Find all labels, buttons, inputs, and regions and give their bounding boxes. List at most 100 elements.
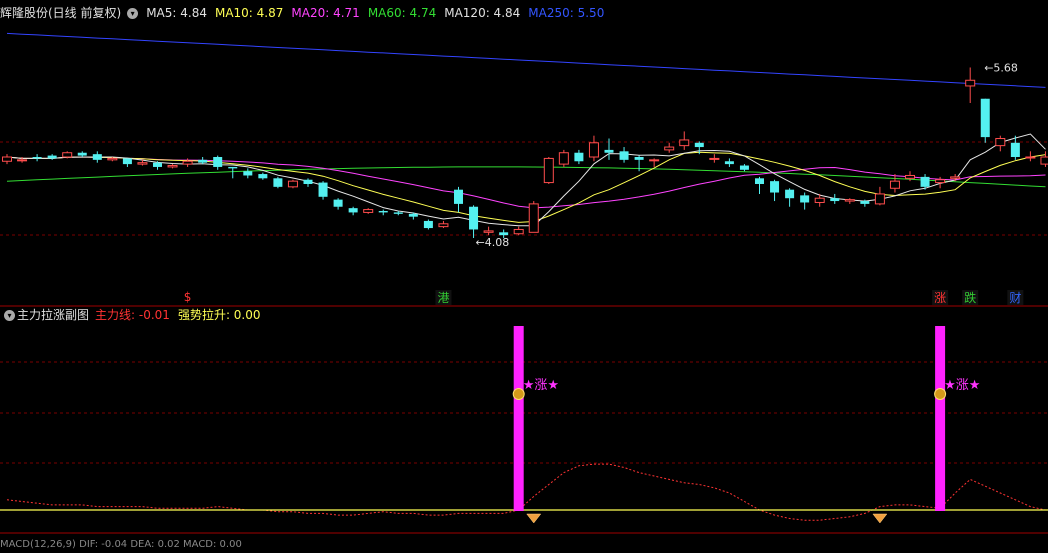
low-price-label: ←4.08 bbox=[476, 236, 510, 249]
main-chart-header: 辉隆股份(日线 前复权) ▾ MA5: 4.84 MA10: 4.87 MA20: 4.… bbox=[0, 5, 620, 21]
ma5-line bbox=[6, 133, 1046, 227]
candle-body bbox=[724, 161, 734, 165]
ma250-line bbox=[6, 32, 1046, 88]
candle-body bbox=[800, 195, 810, 203]
ma-legend-item: MA5: 4.84 bbox=[146, 6, 207, 20]
candle-body bbox=[47, 155, 57, 159]
candle-body bbox=[77, 152, 87, 156]
candle-body bbox=[980, 98, 990, 138]
candle-body bbox=[649, 159, 660, 162]
candle-body bbox=[634, 157, 644, 160]
candle-body bbox=[889, 180, 900, 189]
candle-body bbox=[739, 165, 749, 170]
candle-body bbox=[167, 165, 178, 168]
chevron-down-icon[interactable]: ▾ bbox=[4, 310, 15, 321]
candle-body bbox=[604, 149, 614, 153]
event-marker: 财 bbox=[1009, 291, 1021, 305]
event-marker: 跌 bbox=[964, 290, 976, 305]
sub-chart-header: ▾ 主力拉涨副图 主力线: -0.01 强势拉升: 0.00 bbox=[0, 307, 269, 323]
ma20-line bbox=[6, 156, 1046, 209]
candle-body bbox=[844, 199, 855, 202]
candle-body bbox=[499, 232, 509, 236]
candle-body bbox=[830, 198, 840, 202]
candle-body bbox=[920, 176, 930, 187]
ma-legend-item: MA250: 5.50 bbox=[528, 6, 605, 20]
ma-legend: MA5: 4.84 MA10: 4.87 MA20: 4.71 MA60: 4.74 M… bbox=[146, 6, 612, 20]
candle-body bbox=[423, 220, 433, 229]
candle-body bbox=[935, 179, 946, 184]
candle-body bbox=[198, 159, 208, 163]
strong-rise-value: 强势拉升: 0.00 bbox=[177, 308, 261, 322]
candle-body bbox=[965, 79, 976, 87]
macd-header-cut: MACD(12,26,9) DIF: -0.04 DEA: 0.02 MACD:… bbox=[0, 537, 250, 553]
candle-body bbox=[1040, 156, 1048, 165]
candle-body bbox=[1010, 142, 1020, 157]
candle-body bbox=[32, 157, 42, 159]
candle-body bbox=[438, 223, 449, 228]
event-marker: 港 bbox=[437, 291, 449, 305]
candle-body bbox=[905, 174, 915, 179]
candle-body bbox=[107, 157, 118, 161]
candle-body bbox=[318, 182, 328, 197]
candle-body bbox=[513, 228, 524, 235]
candle-body bbox=[17, 159, 28, 162]
candle-body bbox=[543, 157, 554, 184]
candle-body bbox=[619, 151, 629, 160]
ma60-line bbox=[6, 166, 1046, 188]
ma-legend-item: MA60: 4.74 bbox=[367, 6, 437, 20]
candle-body bbox=[287, 180, 298, 188]
sub-chart-title: 主力拉涨副图 bbox=[17, 308, 90, 322]
ma-legend-item: MA10: 4.87 bbox=[214, 6, 284, 20]
candle-body bbox=[770, 181, 780, 193]
candle-body bbox=[348, 208, 358, 213]
candle-body bbox=[182, 160, 193, 165]
candle-body bbox=[2, 156, 12, 162]
chevron-down-icon[interactable]: ▾ bbox=[127, 8, 139, 19]
candle-body bbox=[378, 211, 388, 213]
candle-body bbox=[243, 171, 253, 176]
candle-body bbox=[709, 157, 720, 160]
candle-body bbox=[333, 199, 343, 207]
candle-body bbox=[363, 209, 374, 213]
candle-body bbox=[694, 142, 704, 148]
candle-body bbox=[469, 206, 479, 230]
candle-body bbox=[62, 152, 73, 158]
candle-body bbox=[664, 146, 675, 151]
candle-body bbox=[950, 176, 961, 179]
candle-body bbox=[574, 152, 584, 162]
signal-column bbox=[513, 326, 524, 511]
candle-body bbox=[393, 212, 403, 214]
candle-body bbox=[558, 152, 569, 165]
candle-body bbox=[860, 201, 870, 204]
candle-body bbox=[122, 158, 132, 165]
candle-body bbox=[874, 193, 885, 205]
diamond-icon bbox=[526, 513, 542, 524]
main-line-value: 主力线: -0.01 bbox=[95, 308, 170, 322]
candle-body bbox=[228, 166, 238, 169]
candle-body bbox=[273, 178, 283, 187]
ma-legend-item: MA20: 4.71 bbox=[291, 6, 360, 20]
candle-body bbox=[679, 139, 690, 147]
event-marker: 涨 bbox=[934, 290, 946, 305]
diamond-icon bbox=[872, 513, 888, 524]
candle-body bbox=[528, 203, 539, 233]
candle-body bbox=[258, 174, 268, 179]
main-force-line bbox=[6, 463, 1046, 521]
candle-body bbox=[1025, 156, 1036, 159]
candle-body bbox=[303, 179, 313, 184]
candle-body bbox=[408, 213, 418, 217]
high-price-label: ←5.68 bbox=[984, 61, 1018, 74]
stock-title: 辉隆股份(日线 前复权) bbox=[0, 6, 122, 20]
candle-body bbox=[483, 230, 494, 233]
candle-body bbox=[153, 162, 162, 167]
candle-body bbox=[92, 154, 102, 160]
signal-column bbox=[935, 326, 946, 511]
candle-body bbox=[137, 162, 148, 165]
candle-body bbox=[755, 178, 764, 184]
chart-stage: ←5.68 ←4.08 $ 港 涨 跌 财 ★涨★ ★涨★ 辉隆股份(日线 前复权) ▾ MA5: … bbox=[0, 0, 1048, 550]
candle-body bbox=[213, 157, 223, 167]
signal-label: ★涨★ bbox=[523, 378, 559, 393]
candle-body bbox=[454, 189, 463, 204]
candle-body bbox=[995, 138, 1006, 147]
candle-body bbox=[785, 189, 795, 199]
